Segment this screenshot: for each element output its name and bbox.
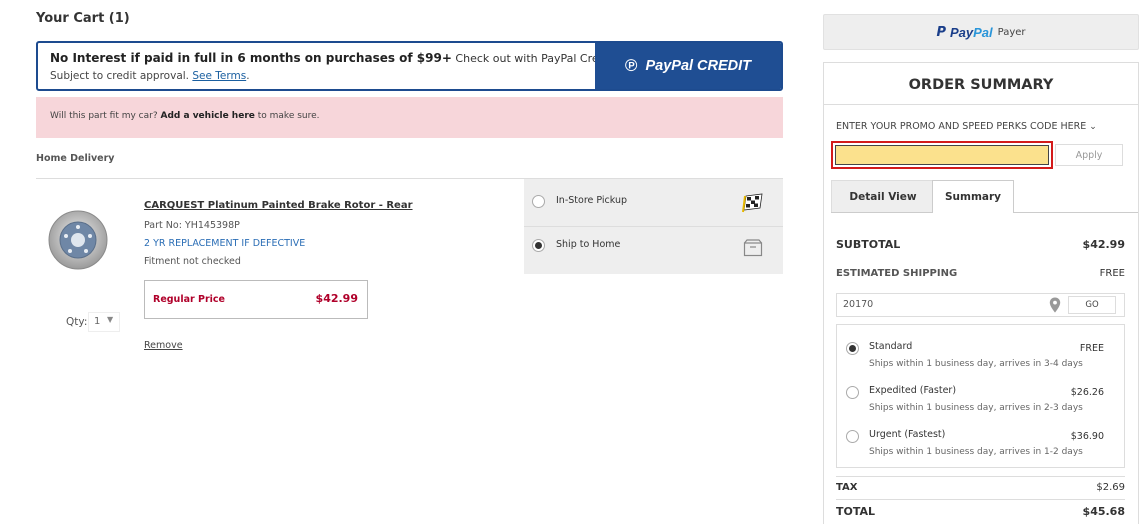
- order-summary-panel: ORDER SUMMARY ENTER YOUR PROMO AND SPEED…: [823, 62, 1139, 524]
- apply-promo-button[interactable]: Apply: [1055, 144, 1123, 166]
- standard-desc: Ships within 1 business day, arrives in …: [869, 359, 1083, 369]
- paypal-banner-headline: No Interest if paid in full in 6 months …: [50, 51, 613, 65]
- paypal-credit-banner[interactable]: No Interest if paid in full in 6 months …: [36, 41, 783, 91]
- quantity-value: 1: [94, 316, 101, 327]
- vehicle-fit-bar: Will this part fit my car? Add a vehicle…: [36, 97, 783, 138]
- standard-price: FREE: [1079, 343, 1104, 354]
- tab-summary[interactable]: Summary: [932, 180, 1014, 213]
- chevron-down-icon: ⌄: [1089, 122, 1097, 132]
- ship-to-home-label: Ship to Home: [556, 239, 621, 250]
- paypal-p-icon: ℗: [624, 56, 638, 75]
- in-store-pickup-label: In-Store Pickup: [556, 195, 628, 206]
- part-number: Part No: YH145398P: [144, 220, 240, 231]
- quantity-label: Qty:: [66, 316, 88, 328]
- add-vehicle-link[interactable]: Add a vehicle here: [161, 111, 255, 121]
- fulfillment-panel: In-Store Pickup Ship to Home: [524, 179, 783, 274]
- home-delivery-heading: Home Delivery: [36, 153, 115, 164]
- paypal-credit-logo[interactable]: ℗ PayPal CREDIT: [595, 43, 781, 89]
- tax-label: TAX: [836, 482, 858, 493]
- urgent-desc: Ships within 1 business day, arrives in …: [869, 447, 1083, 457]
- chevron-down-icon: ▼: [107, 315, 114, 324]
- promo-code-field[interactable]: [835, 145, 1049, 165]
- see-terms-period: .: [246, 70, 250, 82]
- quantity-select[interactable]: 1 ▼: [88, 312, 120, 332]
- ship-to-home-radio[interactable]: [532, 239, 545, 252]
- divider: [836, 476, 1125, 477]
- cart-title: Your Cart (1): [36, 11, 130, 26]
- expedited-desc: Ships within 1 business day, arrives in …: [869, 403, 1083, 413]
- brake-rotor-image: [48, 210, 108, 270]
- promo-code-toggle[interactable]: ENTER YOUR PROMO AND SPEED PERKS CODE HE…: [836, 121, 1097, 132]
- price-box: Regular Price $42.99: [144, 280, 368, 319]
- urgent-name: Urgent (Fastest): [869, 429, 946, 440]
- in-store-pickup-radio[interactable]: [532, 195, 545, 208]
- shipping-options: Standard FREE Ships within 1 business da…: [836, 324, 1125, 468]
- paypal-banner-suffix: Check out with PayPal Credit: [455, 52, 614, 65]
- subtotal-value: $42.99: [1082, 238, 1125, 251]
- paypal-credit-logo-text: PayPal CREDIT: [645, 58, 752, 74]
- paypal-banner-approval: Subject to credit approval.: [50, 70, 190, 82]
- warranty-text: 2 YR REPLACEMENT IF DEFECTIVE: [144, 238, 306, 249]
- zip-code-value: 20170: [843, 299, 874, 310]
- ship-to-home-option[interactable]: Ship to Home: [524, 226, 783, 273]
- box-icon: [743, 239, 763, 257]
- fit-bar-suffix: to make sure.: [257, 111, 320, 121]
- see-terms-link[interactable]: See Terms: [192, 70, 246, 82]
- product-name-link[interactable]: CARQUEST Platinum Painted Brake Rotor - …: [144, 200, 413, 211]
- subtotal-label: SUBTOTAL: [836, 238, 901, 251]
- price-label: Regular Price: [153, 294, 225, 305]
- go-button[interactable]: GO: [1068, 296, 1116, 314]
- urgent-radio[interactable]: [846, 430, 859, 443]
- tax-value: $2.69: [1096, 482, 1125, 493]
- fit-bar-prefix: Will this part fit my car?: [50, 111, 158, 121]
- fitment-status: Fitment not checked: [144, 256, 241, 267]
- expedited-price: $26.26: [1070, 387, 1104, 398]
- location-pin-icon: [1049, 297, 1061, 313]
- promo-code-label: ENTER YOUR PROMO AND SPEED PERKS CODE HE…: [836, 121, 1087, 132]
- paypal-banner-sub: Subject to credit approval. See Terms.: [50, 70, 250, 82]
- checkered-flag-icon: [742, 193, 763, 213]
- paypal-payer-button[interactable]: P PayPal Payer: [823, 14, 1139, 50]
- paypal-logo: PayPal: [949, 24, 993, 40]
- standard-radio[interactable]: [846, 342, 859, 355]
- zip-code-input[interactable]: 20170 GO: [836, 293, 1125, 317]
- shipping-value: FREE: [1099, 268, 1125, 279]
- total-value: $45.68: [1082, 505, 1125, 518]
- paypal-payer-label: Payer: [997, 26, 1026, 38]
- divider: [836, 499, 1125, 500]
- urgent-price: $36.90: [1070, 431, 1104, 442]
- item-price: $42.99: [315, 292, 358, 305]
- total-label: TOTAL: [836, 505, 876, 518]
- expedited-radio[interactable]: [846, 386, 859, 399]
- paypal-p-icon: P: [936, 24, 946, 40]
- standard-name: Standard: [869, 341, 913, 352]
- expedited-name: Expedited (Faster): [869, 385, 957, 396]
- tab-detail-view[interactable]: Detail View: [831, 180, 935, 213]
- remove-item-link[interactable]: Remove: [144, 340, 183, 351]
- in-store-pickup-option[interactable]: In-Store Pickup: [524, 179, 783, 226]
- paypal-banner-offer: No Interest if paid in full in 6 months …: [50, 51, 452, 65]
- promo-code-input[interactable]: [831, 141, 1053, 169]
- shipping-label: ESTIMATED SHIPPING: [836, 268, 958, 279]
- order-summary-title: ORDER SUMMARY: [824, 63, 1138, 105]
